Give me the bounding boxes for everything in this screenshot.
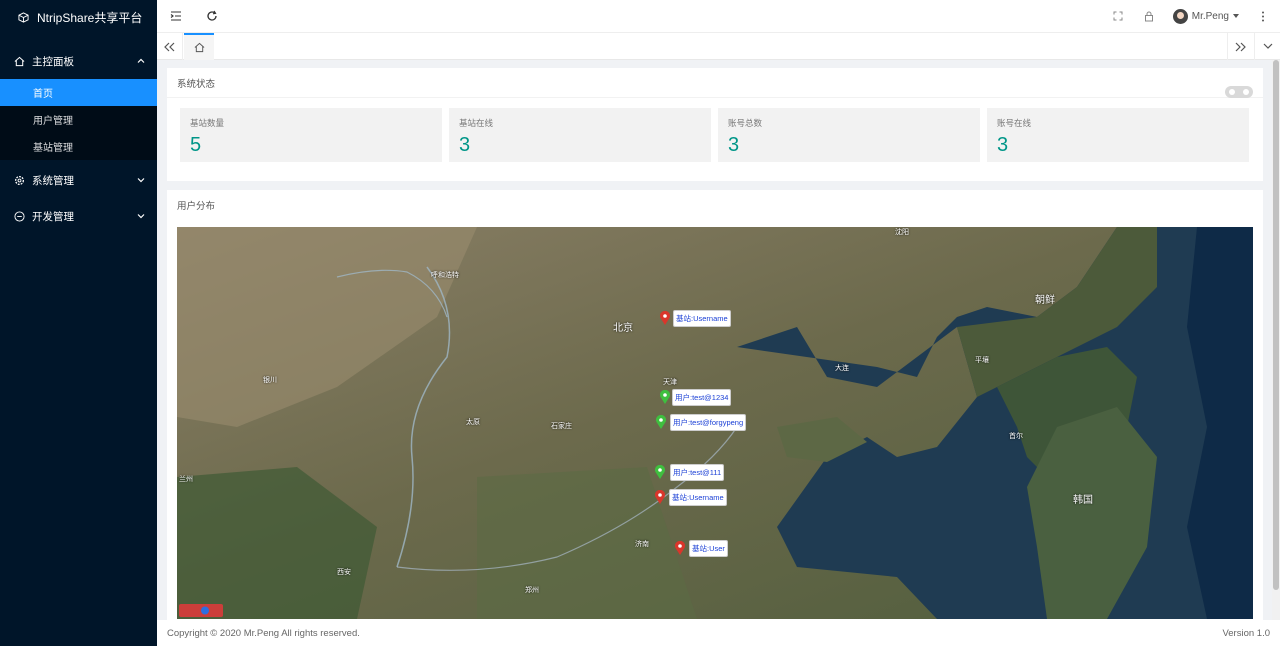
marker-label[interactable]: 基站:Username <box>673 310 731 327</box>
gear-icon <box>14 175 25 186</box>
baidu-logo-icon <box>179 604 223 617</box>
map-label: 天津 <box>663 379 677 386</box>
map-label: 大连 <box>835 365 849 372</box>
user-distribution-card: 用户分布 北京 天津 朝鲜 韩国 呼和浩特 太原 石家庄 济南 大连 平壤 首尔… <box>167 190 1263 620</box>
stat-value: 3 <box>459 134 471 156</box>
cube-icon <box>18 11 29 23</box>
map-label: 济南 <box>635 541 649 548</box>
menu-group-label: 开发管理 <box>32 210 74 223</box>
map-label: 郑州 <box>525 587 539 594</box>
user-menu[interactable]: Mr.Peng <box>1172 8 1239 24</box>
map-label: 北京 <box>613 323 633 334</box>
sidebar-item-station-management[interactable]: 基站管理 <box>0 133 157 160</box>
top-header: Mr.Peng <box>157 0 1280 33</box>
stat-station-online: 基站在线 3 <box>449 108 711 162</box>
menu-group-label: 系统管理 <box>32 174 74 187</box>
map-label: 呼和浩特 <box>431 272 459 279</box>
user-marker-icon[interactable] <box>654 465 666 479</box>
avatar <box>1172 8 1188 24</box>
version-text: Version 1.0 <box>1222 627 1270 639</box>
sidebar-item-label: 基站管理 <box>33 143 73 154</box>
collapse-toggle[interactable] <box>1225 86 1253 98</box>
menu-group-dashboard[interactable]: 主控面板 <box>0 43 157 79</box>
map-label: 石家庄 <box>551 423 572 430</box>
stat-label: 基站数量 <box>190 118 225 128</box>
tabs-bar <box>157 33 1280 60</box>
marker-label[interactable]: 用户:test@1234 <box>672 389 732 406</box>
scrollbar-thumb[interactable] <box>1273 60 1279 590</box>
stat-account-online: 账号在线 3 <box>987 108 1249 162</box>
menu-group-development[interactable]: 开发管理 <box>0 198 157 234</box>
stat-label: 基站在线 <box>459 118 494 128</box>
card-title: 用户分布 <box>177 201 216 212</box>
sidebar-item-home[interactable]: 首页 <box>0 79 157 106</box>
map-label: 兰州 <box>179 476 193 483</box>
footer: Copyright © 2020 Mr.Peng All rights rese… <box>157 620 1280 646</box>
tabs-scroll-right-button[interactable] <box>1227 33 1253 60</box>
app-logo[interactable]: NtripShare共享平台 <box>0 0 157 34</box>
chevron-down-icon <box>137 178 145 183</box>
stat-station-count: 基站数量 5 <box>180 108 442 162</box>
map-label: 朝鲜 <box>1035 295 1055 306</box>
user-marker-icon[interactable] <box>659 390 671 404</box>
sidebar-item-label: 用户管理 <box>33 116 73 127</box>
system-status-card: 系统状态 基站数量 5 基站在线 3 账号总数 3 账号在线 3 <box>167 68 1263 181</box>
card-title: 系统状态 <box>167 68 1263 98</box>
tabs-scroll-left-button[interactable] <box>157 33 183 60</box>
marker-label[interactable]: 基站:User <box>689 540 728 557</box>
stat-label: 账号总数 <box>728 118 763 128</box>
chevron-up-icon <box>137 58 145 63</box>
home-icon <box>194 42 204 53</box>
home-icon <box>14 56 25 67</box>
code-icon <box>14 210 25 222</box>
double-chevron-left-icon <box>164 42 175 51</box>
scrollbar[interactable] <box>1272 60 1280 620</box>
marker-label[interactable]: 基站:Username <box>669 489 727 506</box>
copyright-text: Copyright © 2020 Mr.Peng All rights rese… <box>167 627 360 639</box>
double-chevron-right-icon <box>1235 42 1246 51</box>
caret-down-icon <box>1233 14 1239 18</box>
map-label: 沈阳 <box>895 229 909 236</box>
stat-account-total: 账号总数 3 <box>718 108 980 162</box>
tabs-dropdown-button[interactable] <box>1254 33 1280 60</box>
station-marker-icon[interactable] <box>659 311 671 325</box>
map-label: 太原 <box>466 419 480 426</box>
app-title: NtripShare共享平台 <box>37 10 143 25</box>
user-marker-icon[interactable] <box>655 415 667 429</box>
marker-label[interactable]: 用户:test@111 <box>670 464 725 481</box>
map-label: 首尔 <box>1009 433 1023 440</box>
stats-row: 基站数量 5 基站在线 3 账号总数 3 账号在线 3 <box>167 98 1263 162</box>
stat-value: 3 <box>728 134 740 156</box>
tab-home[interactable] <box>184 33 214 60</box>
menu-group-label: 主控面板 <box>32 55 74 68</box>
stat-label: 账号在线 <box>997 118 1032 128</box>
map-label: 韩国 <box>1073 495 1093 506</box>
submenu-dashboard: 首页 用户管理 基站管理 <box>0 79 157 160</box>
more-vertical-icon[interactable] <box>1256 9 1270 23</box>
station-marker-icon[interactable] <box>674 541 686 555</box>
stat-value: 3 <box>997 134 1009 156</box>
sidebar: NtripShare共享平台 主控面板 首页 用户管理 基站管理 系统管理 开发… <box>0 0 157 646</box>
main-content: 系统状态 基站数量 5 基站在线 3 账号总数 3 账号在线 3 用户分布 北京… <box>157 60 1272 620</box>
sidebar-item-label: 首页 <box>33 89 53 100</box>
map-view[interactable]: 北京 天津 朝鲜 韩国 呼和浩特 太原 石家庄 济南 大连 平壤 首尔 沈阳 郑… <box>177 227 1253 619</box>
menu-group-system[interactable]: 系统管理 <box>0 162 157 198</box>
menu-fold-icon[interactable] <box>169 9 183 23</box>
user-name: Mr.Peng <box>1191 10 1229 22</box>
lock-icon[interactable] <box>1142 9 1156 23</box>
map-label: 西安 <box>337 569 351 576</box>
chevron-down-icon <box>1263 43 1272 49</box>
map-label: 银川 <box>263 377 277 384</box>
stat-value: 5 <box>190 134 202 156</box>
refresh-icon[interactable] <box>205 9 219 23</box>
map-label: 平壤 <box>975 357 989 364</box>
marker-label[interactable]: 用户:test@forgypeng <box>670 414 747 431</box>
sidebar-item-user-management[interactable]: 用户管理 <box>0 106 157 133</box>
station-marker-icon[interactable] <box>654 490 666 504</box>
chevron-down-icon <box>137 214 145 219</box>
fullscreen-icon[interactable] <box>1111 9 1125 23</box>
